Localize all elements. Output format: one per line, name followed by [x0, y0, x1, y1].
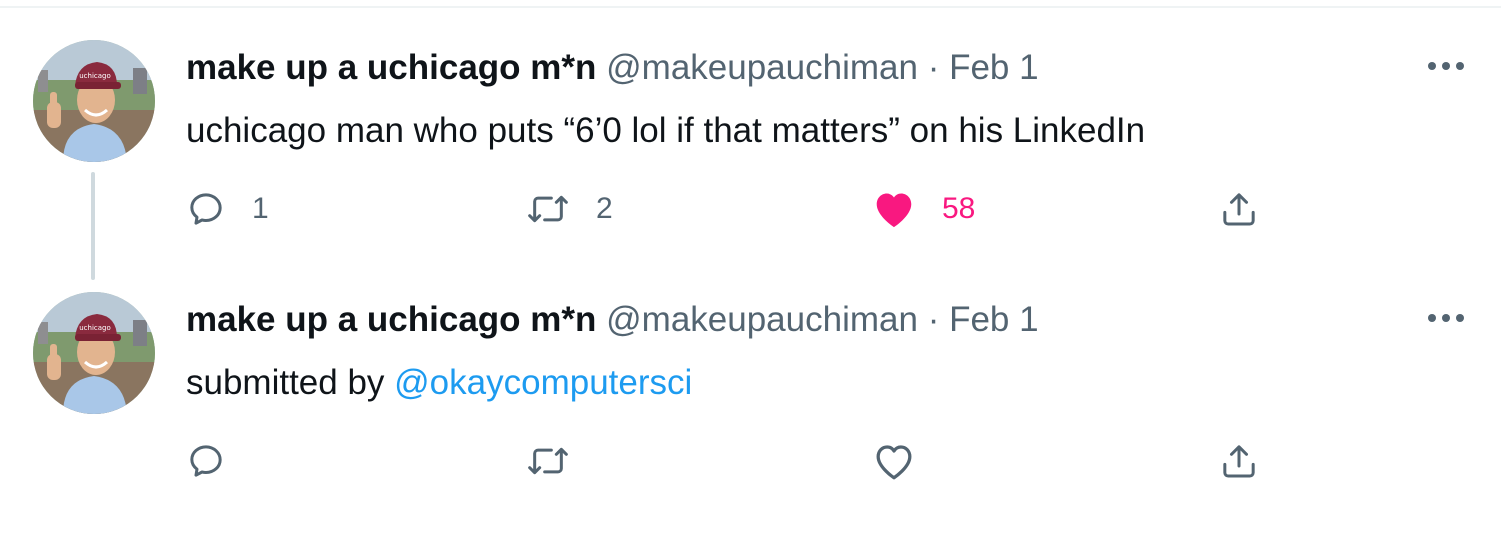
tweet-text-prefix: submitted by	[186, 363, 395, 402]
reply-icon	[190, 193, 222, 225]
like-button[interactable]	[872, 438, 916, 484]
tweet-header: make up a uchicago m*n @makeupauchiman ·…	[186, 298, 1039, 342]
author-name[interactable]: make up a uchicago m*n	[186, 300, 596, 339]
reply-button[interactable]: 1	[186, 186, 269, 232]
tweet-header: make up a uchicago m*n @makeupauchiman ·…	[186, 46, 1039, 90]
retweet-count: 2	[596, 192, 613, 225]
tweet[interactable]: uchicago make up a uchicago m*n @makeupa…	[0, 30, 1501, 282]
header-separator: ·	[927, 48, 940, 87]
share-icon	[1223, 193, 1255, 226]
share-icon	[1223, 445, 1255, 478]
retweet-icon	[528, 447, 568, 475]
tweet-text: submitted by @okaycomputersci	[186, 360, 692, 406]
share-button[interactable]	[1219, 186, 1259, 232]
retweet-icon	[528, 195, 568, 223]
avatar-cap-text: uchicago	[79, 324, 111, 332]
like-button[interactable]: 58	[872, 186, 975, 232]
reply-button[interactable]	[186, 438, 226, 484]
top-divider	[0, 6, 1501, 8]
mention-link[interactable]: @okaycomputersci	[394, 363, 692, 402]
tweet-text: uchicago man who puts “6’0 lol if that m…	[186, 111, 1146, 150]
share-button[interactable]	[1219, 438, 1259, 484]
heart-filled-icon	[876, 193, 912, 228]
header-separator: ·	[927, 300, 940, 339]
tweet[interactable]: uchicago make up a uchicago m*n @makeupa…	[0, 282, 1501, 534]
action-bar: 1 2 58	[186, 186, 1286, 232]
retweet-button[interactable]: 2	[526, 186, 613, 232]
avatar-image: uchicago	[33, 292, 155, 414]
heart-outline-icon	[876, 445, 912, 480]
avatar-cap-text: uchicago	[79, 72, 111, 80]
more-icon	[1428, 62, 1464, 70]
more-button[interactable]	[1424, 50, 1468, 82]
more-button[interactable]	[1424, 302, 1468, 334]
tweet-date[interactable]: Feb 1	[949, 300, 1039, 339]
author-handle[interactable]: @makeupauchiman	[606, 300, 918, 339]
retweet-button[interactable]	[526, 438, 570, 484]
tweet-date[interactable]: Feb 1	[949, 48, 1039, 87]
reply-count: 1	[252, 192, 269, 225]
avatar[interactable]: uchicago	[33, 292, 155, 414]
avatar[interactable]: uchicago	[33, 40, 155, 162]
reply-icon	[190, 445, 222, 477]
avatar-image: uchicago	[33, 40, 155, 162]
more-icon	[1428, 314, 1464, 322]
author-handle[interactable]: @makeupauchiman	[606, 48, 918, 87]
author-name[interactable]: make up a uchicago m*n	[186, 48, 596, 87]
action-bar	[186, 438, 1286, 484]
like-count: 58	[942, 192, 976, 225]
